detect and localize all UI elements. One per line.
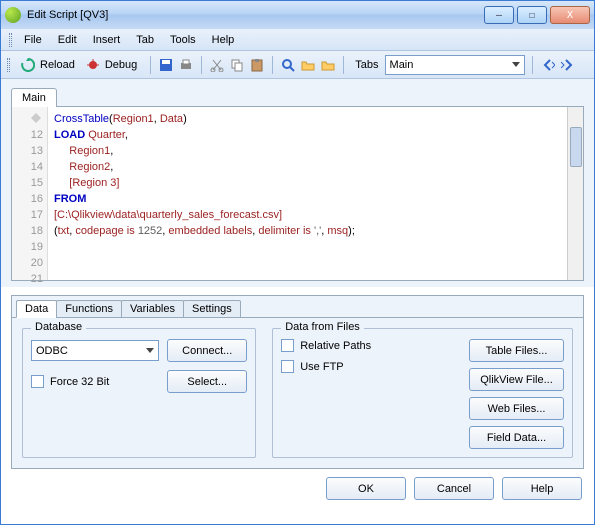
- table-files-button[interactable]: Table Files...: [469, 339, 564, 362]
- minimize-button[interactable]: —: [484, 6, 514, 24]
- scroll-thumb[interactable]: [570, 127, 582, 167]
- code-content[interactable]: CrossTable(Region1, Data)LOAD Quarter, R…: [48, 107, 567, 280]
- ok-button[interactable]: OK: [326, 477, 406, 500]
- tab-settings[interactable]: Settings: [183, 300, 241, 318]
- script-tab-main[interactable]: Main: [11, 88, 57, 107]
- tabs-dropdown[interactable]: Main: [385, 55, 525, 75]
- editor-area: Main 12131415161718192021 CrossTable(Reg…: [1, 79, 594, 287]
- menu-file[interactable]: File: [24, 34, 42, 46]
- files-legend: Data from Files: [281, 321, 364, 333]
- print-icon[interactable]: [178, 57, 194, 73]
- menu-edit[interactable]: Edit: [58, 34, 77, 46]
- folder2-icon[interactable]: [320, 57, 336, 73]
- bottom-panel: Data Functions Variables Settings Databa…: [11, 295, 584, 469]
- panel-tabs: Data Functions Variables Settings: [12, 296, 583, 318]
- copy-icon[interactable]: [229, 57, 245, 73]
- titlebar[interactable]: Edit Script [QV3] — ☐ X: [1, 1, 594, 29]
- tb-grip: [7, 58, 10, 72]
- tab-data[interactable]: Data: [16, 300, 57, 318]
- tab-prev-icon[interactable]: [540, 57, 556, 73]
- database-group: Database ODBC Connect... Force 32 Bit Se…: [22, 328, 256, 458]
- menu-insert[interactable]: Insert: [93, 34, 121, 46]
- qlikview-file-button[interactable]: QlikView File...: [469, 368, 564, 391]
- app-icon: [5, 7, 21, 23]
- force32-checkbox[interactable]: Force 32 Bit: [31, 375, 159, 388]
- toolbar: Reload Debug Tabs Main: [1, 51, 594, 79]
- chevron-down-icon: [146, 348, 154, 353]
- menu-tab[interactable]: Tab: [136, 34, 154, 46]
- paste-icon[interactable]: [249, 57, 265, 73]
- close-button[interactable]: X: [550, 6, 590, 24]
- save-icon[interactable]: [158, 57, 174, 73]
- menu-tools[interactable]: Tools: [170, 34, 196, 46]
- web-files-button[interactable]: Web Files...: [469, 397, 564, 420]
- files-group: Data from Files Relative Paths Use FTP T…: [272, 328, 573, 458]
- maximize-button[interactable]: ☐: [517, 6, 547, 24]
- menu-grip: [9, 33, 12, 47]
- cut-icon[interactable]: [209, 57, 225, 73]
- debug-button[interactable]: Debug: [105, 59, 137, 71]
- help-button[interactable]: Help: [502, 477, 582, 500]
- reload-button[interactable]: Reload: [40, 59, 75, 71]
- reload-icon[interactable]: [20, 57, 36, 73]
- tab-variables[interactable]: Variables: [121, 300, 184, 318]
- code-editor[interactable]: 12131415161718192021 CrossTable(Region1,…: [11, 106, 584, 281]
- database-legend: Database: [31, 321, 86, 333]
- debug-icon[interactable]: [85, 57, 101, 73]
- use-ftp-checkbox[interactable]: Use FTP: [281, 360, 343, 373]
- connect-button[interactable]: Connect...: [167, 339, 247, 362]
- folder-icon[interactable]: [300, 57, 316, 73]
- driver-dropdown[interactable]: ODBC: [31, 340, 159, 361]
- chevron-down-icon: [512, 62, 520, 67]
- bookmark-icon: [12, 111, 43, 127]
- cancel-button[interactable]: Cancel: [414, 477, 494, 500]
- tabs-label: Tabs: [355, 59, 378, 71]
- tabs-value: Main: [390, 59, 414, 71]
- menu-help[interactable]: Help: [212, 34, 235, 46]
- window-title: Edit Script [QV3]: [27, 9, 481, 21]
- edit-script-window: Edit Script [QV3] — ☐ X File Edit Insert…: [0, 0, 595, 525]
- tab-next-icon[interactable]: [560, 57, 576, 73]
- line-gutter: 12131415161718192021: [12, 107, 48, 280]
- select-button[interactable]: Select...: [167, 370, 247, 393]
- field-data-button[interactable]: Field Data...: [469, 426, 564, 449]
- search-icon[interactable]: [280, 57, 296, 73]
- relative-paths-checkbox[interactable]: Relative Paths: [281, 339, 371, 352]
- menu-bar: File Edit Insert Tab Tools Help: [1, 29, 594, 51]
- checkbox-icon: [31, 375, 44, 388]
- scrollbar[interactable]: [567, 107, 583, 280]
- tab-functions[interactable]: Functions: [56, 300, 122, 318]
- dialog-footer: OK Cancel Help: [1, 469, 594, 508]
